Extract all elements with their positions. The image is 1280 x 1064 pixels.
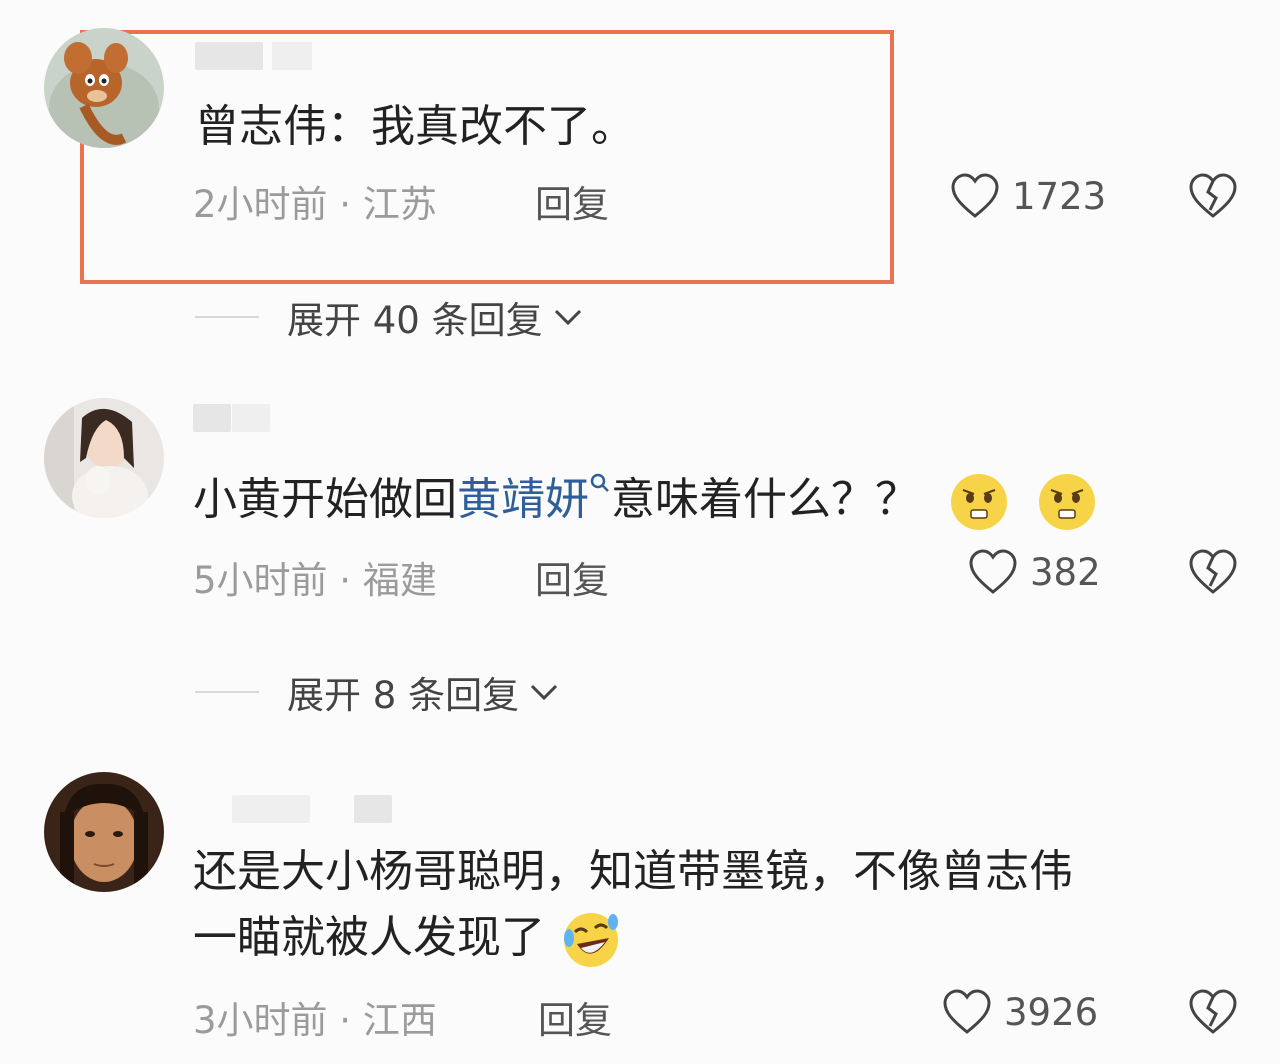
worried-emoji-icon bbox=[951, 474, 1007, 530]
search-link[interactable]: 黄靖妍 bbox=[457, 474, 589, 525]
cartoon-mouse-avatar-icon bbox=[44, 28, 164, 148]
expand-replies-label: 展开 40 条回复 bbox=[287, 299, 543, 342]
chevron-down-icon bbox=[554, 309, 581, 326]
username-blurred bbox=[272, 42, 312, 70]
comment-time-location: 3小时前 · 江西 bbox=[193, 999, 437, 1042]
chevron-down-icon bbox=[531, 684, 558, 701]
woman-photo-avatar-icon bbox=[44, 398, 164, 518]
comment-text-line: 一瞄就被人发现了 bbox=[193, 906, 623, 972]
like-count: 3926 bbox=[1004, 990, 1099, 1034]
search-icon[interactable] bbox=[589, 472, 611, 494]
comment-text-part: 意味着什么？？ bbox=[611, 474, 919, 525]
broken-heart-icon bbox=[1189, 989, 1237, 1034]
laughing-crying-emoji-icon bbox=[564, 913, 618, 967]
worried-emoji-icon bbox=[1039, 474, 1095, 530]
comment-text-part: 小黄开始做回 bbox=[193, 474, 457, 525]
username-blurred[interactable] bbox=[195, 42, 263, 70]
like-count: 1723 bbox=[1012, 174, 1107, 218]
heart-icon bbox=[969, 549, 1017, 594]
reply-button[interactable]: 回复 bbox=[538, 990, 612, 1044]
reply-button[interactable]: 回复 bbox=[535, 550, 609, 604]
comment-text-line: 还是大小杨哥聪明，知道带墨镜，不像曾志伟 bbox=[193, 846, 1073, 897]
comment-time-location: 2小时前 · 江苏 bbox=[193, 183, 437, 226]
like-count: 382 bbox=[1030, 550, 1101, 594]
expand-replies-button[interactable]: 展开 40 条回复 bbox=[195, 290, 583, 344]
heart-icon bbox=[951, 173, 999, 218]
divider-line bbox=[195, 691, 259, 693]
dislike-button[interactable] bbox=[1188, 988, 1238, 1040]
comment-time-location: 5小时前 · 福建 bbox=[193, 559, 437, 602]
comment-text: 曾志伟：我真改不了。 bbox=[195, 101, 635, 152]
reply-button[interactable]: 回复 bbox=[535, 174, 609, 228]
broken-heart-icon bbox=[1189, 549, 1237, 594]
dislike-button[interactable] bbox=[1188, 172, 1238, 224]
heart-icon bbox=[943, 989, 991, 1034]
username-blurred[interactable] bbox=[193, 404, 231, 432]
username-blurred bbox=[232, 404, 270, 432]
avatar[interactable] bbox=[44, 772, 164, 892]
divider-line bbox=[195, 316, 259, 318]
dislike-button[interactable] bbox=[1188, 548, 1238, 600]
like-button[interactable]: 1723 bbox=[950, 172, 1106, 220]
comment-text: 小黄开始做回黄靖妍 意味着什么？？ bbox=[193, 468, 1099, 534]
broken-heart-icon bbox=[1189, 173, 1237, 218]
avatar[interactable] bbox=[44, 398, 164, 518]
like-button[interactable]: 3926 bbox=[942, 988, 1098, 1036]
username-blurred[interactable] bbox=[232, 795, 310, 823]
man-photo-avatar-icon bbox=[44, 772, 164, 892]
expand-replies-button[interactable]: 展开 8 条回复 bbox=[195, 665, 559, 719]
avatar[interactable] bbox=[44, 28, 164, 148]
expand-replies-label: 展开 8 条回复 bbox=[287, 674, 520, 717]
username-blurred bbox=[354, 795, 392, 823]
comment-text-part: 一瞄就被人发现了 bbox=[193, 912, 545, 963]
like-button[interactable]: 382 bbox=[968, 548, 1101, 596]
